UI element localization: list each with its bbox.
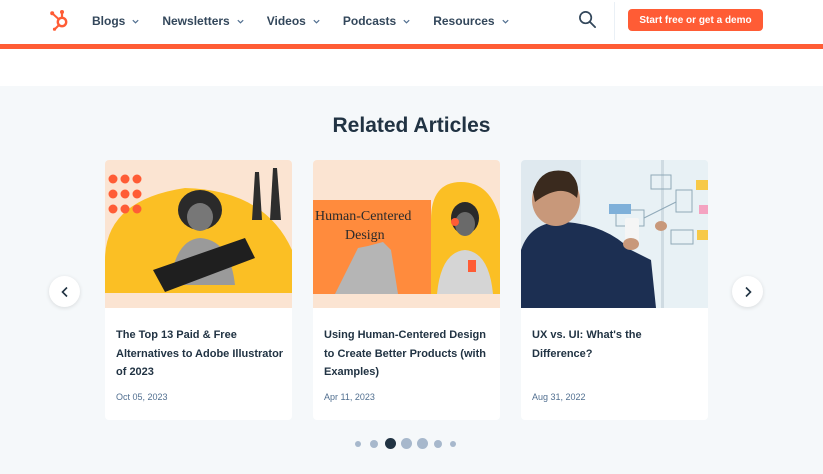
article-date: Oct 05, 2023	[116, 392, 168, 402]
article-image	[105, 160, 292, 308]
menu-item-label: Resources	[433, 14, 495, 28]
menu-item-label: Podcasts	[342, 14, 397, 28]
carousel-dot[interactable]	[417, 438, 428, 449]
article-date: Aug 31, 2022	[532, 392, 586, 402]
section-title: Related Articles	[332, 114, 491, 137]
carousel-pagination	[0, 438, 823, 450]
article-title[interactable]: UX vs. UI: What's the Difference?	[532, 326, 700, 363]
carousel-dot[interactable]	[370, 440, 378, 448]
search-icon[interactable]	[578, 10, 597, 29]
menu-item-blogs[interactable]: Blogs	[92, 12, 140, 30]
hubspot-sprocket-icon[interactable]	[49, 9, 71, 31]
chevron-left-icon	[60, 286, 68, 297]
content-top-spacer	[0, 49, 823, 86]
article-image-text-line: Human-Centered	[315, 209, 411, 224]
chevron-down-icon	[403, 19, 410, 24]
carousel-dot[interactable]	[401, 438, 412, 449]
chevron-down-icon	[237, 19, 244, 24]
main-menu: Blogs Newsletters Videos Podcasts Resour…	[92, 12, 532, 30]
chevron-right-icon	[744, 286, 752, 297]
carousel-dot[interactable]	[450, 441, 456, 447]
carousel-next-button[interactable]	[732, 276, 763, 307]
chevron-down-icon	[313, 19, 320, 24]
carousel-dot-active[interactable]	[385, 438, 396, 449]
article-title[interactable]: Using Human-Centered Design to Create Be…	[324, 326, 492, 382]
article-image: Human-Centered Design	[313, 160, 500, 308]
article-date: Apr 11, 2023	[324, 392, 375, 402]
carousel-prev-button[interactable]	[49, 276, 80, 307]
carousel-dot[interactable]	[434, 440, 442, 448]
article-image-text-line: Design	[345, 228, 385, 243]
chevron-down-icon	[501, 19, 509, 24]
article-title[interactable]: The Top 13 Paid & Free Alternatives to A…	[116, 326, 284, 382]
menu-item-label: Newsletters	[162, 14, 230, 28]
top-navigation: Blogs Newsletters Videos Podcasts Resour…	[0, 0, 823, 46]
start-free-or-demo-button[interactable]: Start free or get a demo	[628, 9, 763, 31]
article-image	[521, 160, 708, 308]
menu-item-label: Blogs	[92, 14, 126, 28]
menu-item-podcasts[interactable]: Podcasts	[343, 12, 411, 30]
article-card-ux-vs-ui[interactable]: UX vs. UI: What's the Difference? Aug 31…	[521, 160, 708, 420]
menu-item-videos[interactable]: Videos	[267, 12, 321, 30]
menu-item-newsletters[interactable]: Newsletters	[162, 12, 244, 30]
carousel-dot[interactable]	[355, 441, 361, 447]
article-card-human-centered-design[interactable]: Human-Centered Design Using Human-Center…	[313, 160, 500, 420]
article-card-illustrator[interactable]: The Top 13 Paid & Free Alternatives to A…	[105, 160, 292, 420]
nav-divider	[614, 2, 615, 40]
chevron-down-icon	[132, 19, 139, 24]
menu-item-resources[interactable]: Resources	[433, 12, 509, 30]
menu-item-label: Videos	[266, 14, 306, 28]
